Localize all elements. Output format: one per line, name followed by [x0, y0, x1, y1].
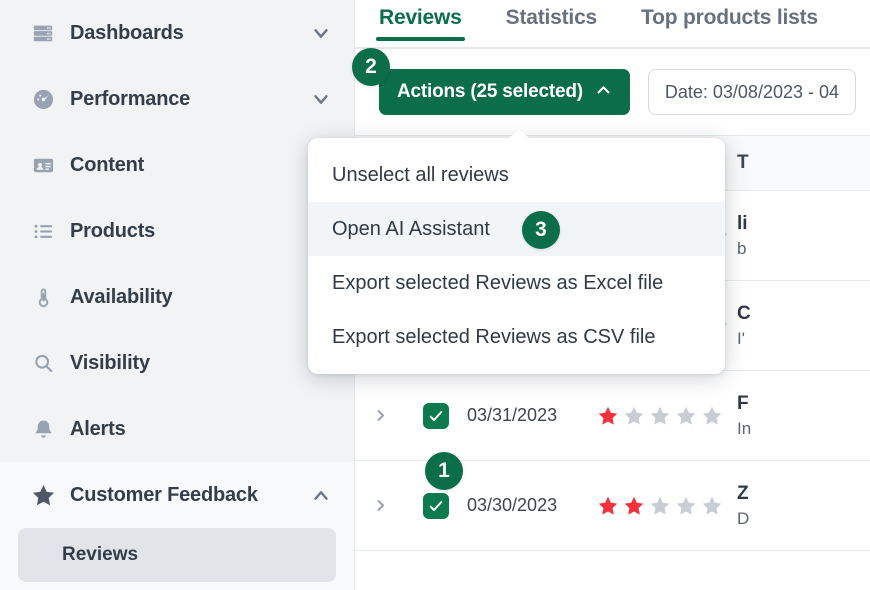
- row-checkbox-cell[interactable]: [405, 402, 467, 429]
- app-root: Dashboards Performance Content Products …: [0, 0, 870, 590]
- menu-item-open-ai-assistant[interactable]: Open AI Assistant: [308, 202, 725, 256]
- row-subtitle: I': [737, 328, 745, 348]
- sidebar-item-label: Products: [70, 219, 156, 242]
- row-date: 03/31/2023: [467, 405, 558, 425]
- header-title-label: T: [737, 152, 749, 173]
- date-filter[interactable]: Date: 03/08/2023 - 04: [647, 69, 857, 115]
- row-date: 03/30/2023: [467, 495, 558, 515]
- step-badge-1: 1: [425, 452, 463, 490]
- sidebar-item-reviews[interactable]: Reviews: [18, 528, 336, 582]
- row-subtitle: D: [737, 508, 750, 528]
- step-badge-number: 1: [438, 459, 450, 482]
- row-title-cell: Z D: [737, 483, 870, 529]
- step-badge-number: 2: [365, 55, 377, 78]
- sidebar-item-label: Availability: [70, 285, 173, 308]
- step-badge-2: 2: [352, 48, 390, 86]
- menu-item-label: Open AI Assistant: [332, 217, 490, 240]
- star-empty-icon: [624, 406, 644, 425]
- table-row[interactable]: 03/31/2023 F In: [355, 371, 870, 461]
- sidebar-item-alerts[interactable]: Alerts: [0, 396, 354, 462]
- star-empty-icon: [676, 496, 696, 515]
- sidebar-item-content[interactable]: Content: [0, 132, 354, 198]
- chevron-up-icon: [595, 81, 612, 104]
- row-title: Z: [737, 482, 749, 504]
- star-empty-icon: [676, 406, 696, 425]
- star-empty-icon: [702, 496, 722, 515]
- actions-button[interactable]: Actions (25 selected): [379, 69, 630, 115]
- sidebar-item-label: Dashboards: [70, 21, 184, 44]
- id-card-icon: [28, 154, 58, 177]
- star-filled-icon: [598, 406, 618, 425]
- tab-bar: Reviews Statistics Top products lists: [355, 0, 870, 49]
- thermometer-icon: [28, 286, 58, 309]
- star-empty-icon: [650, 406, 670, 425]
- sidebar-item-label: Performance: [70, 87, 191, 110]
- search-icon: [28, 352, 58, 375]
- sidebar-item-availability[interactable]: Availability: [0, 264, 354, 330]
- row-checkbox-cell[interactable]: [405, 492, 467, 519]
- sidebar-item-label: Visibility: [70, 351, 150, 374]
- step-badge-number: 3: [535, 218, 547, 241]
- menu-item-export-excel[interactable]: Export selected Reviews as Excel file: [308, 256, 725, 310]
- tab-statistics[interactable]: Statistics: [505, 0, 598, 30]
- row-checkbox[interactable]: [423, 492, 449, 519]
- chevron-down-icon[interactable]: [310, 22, 332, 44]
- server-icon: [28, 22, 58, 44]
- expand-row-icon[interactable]: [355, 498, 405, 513]
- menu-item-export-csv[interactable]: Export selected Reviews as CSV file: [308, 310, 725, 364]
- star-filled-icon: [598, 496, 618, 515]
- sidebar-item-dashboards[interactable]: Dashboards: [0, 0, 354, 66]
- menu-item-label: Export selected Reviews as CSV file: [332, 325, 656, 348]
- row-subtitle: In: [737, 418, 752, 438]
- sidebar-subitem-label: Reviews: [62, 544, 139, 565]
- sidebar: Dashboards Performance Content Products …: [0, 0, 355, 590]
- expand-row-icon[interactable]: [355, 408, 405, 423]
- tab-label: Top products lists: [641, 6, 818, 29]
- tab-label: Statistics: [505, 6, 598, 29]
- star-icon: [28, 483, 58, 508]
- sidebar-item-label: Customer Feedback: [70, 483, 258, 506]
- star-empty-icon: [650, 496, 670, 515]
- actions-dropdown-menu: Unselect all reviews Open AI Assistant E…: [308, 129, 725, 374]
- sidebar-section-customer-feedback: Customer Feedback Reviews: [0, 462, 354, 590]
- list-icon: [28, 220, 58, 243]
- actions-button-label: Actions (25 selected): [397, 81, 583, 102]
- row-subtitle: b: [737, 238, 747, 258]
- tab-reviews[interactable]: Reviews: [376, 0, 465, 41]
- star-empty-icon: [702, 406, 722, 425]
- date-filter-label: Date: 03/08/2023 - 04: [664, 81, 840, 102]
- row-title: li: [737, 212, 748, 234]
- speedometer-icon: [28, 88, 58, 111]
- star-filled-icon: [624, 496, 644, 515]
- sidebar-item-customer-feedback[interactable]: Customer Feedback: [0, 462, 354, 528]
- row-title-cell: li b: [737, 213, 870, 259]
- row-checkbox[interactable]: [423, 402, 449, 429]
- tab-label: Reviews: [379, 6, 462, 29]
- row-rating: [597, 405, 737, 427]
- row-rating: [597, 495, 737, 517]
- row-title-cell: F In: [737, 393, 870, 439]
- sidebar-item-label: Alerts: [70, 417, 126, 440]
- row-title: F: [737, 392, 749, 414]
- chevron-down-icon[interactable]: [310, 88, 332, 110]
- step-badge-3: 3: [522, 211, 560, 249]
- chevron-up-icon[interactable]: [310, 484, 332, 506]
- menu-item-label: Unselect all reviews: [332, 163, 509, 186]
- row-title: C: [737, 302, 751, 324]
- menu-item-unselect-all-reviews[interactable]: Unselect all reviews: [308, 148, 725, 202]
- sidebar-item-visibility[interactable]: Visibility: [0, 330, 354, 396]
- sidebar-item-performance[interactable]: Performance: [0, 66, 354, 132]
- tab-top-products-lists[interactable]: Top products lists: [641, 0, 818, 30]
- sidebar-item-label: Content: [70, 153, 145, 176]
- toolbar: Actions (25 selected) Date: 03/08/2023 -…: [355, 49, 870, 135]
- bell-icon: [28, 418, 58, 441]
- menu-item-label: Export selected Reviews as Excel file: [332, 271, 664, 294]
- row-title-cell: C I': [737, 303, 870, 349]
- header-title-col: T: [737, 152, 870, 174]
- sidebar-item-products[interactable]: Products: [0, 198, 354, 264]
